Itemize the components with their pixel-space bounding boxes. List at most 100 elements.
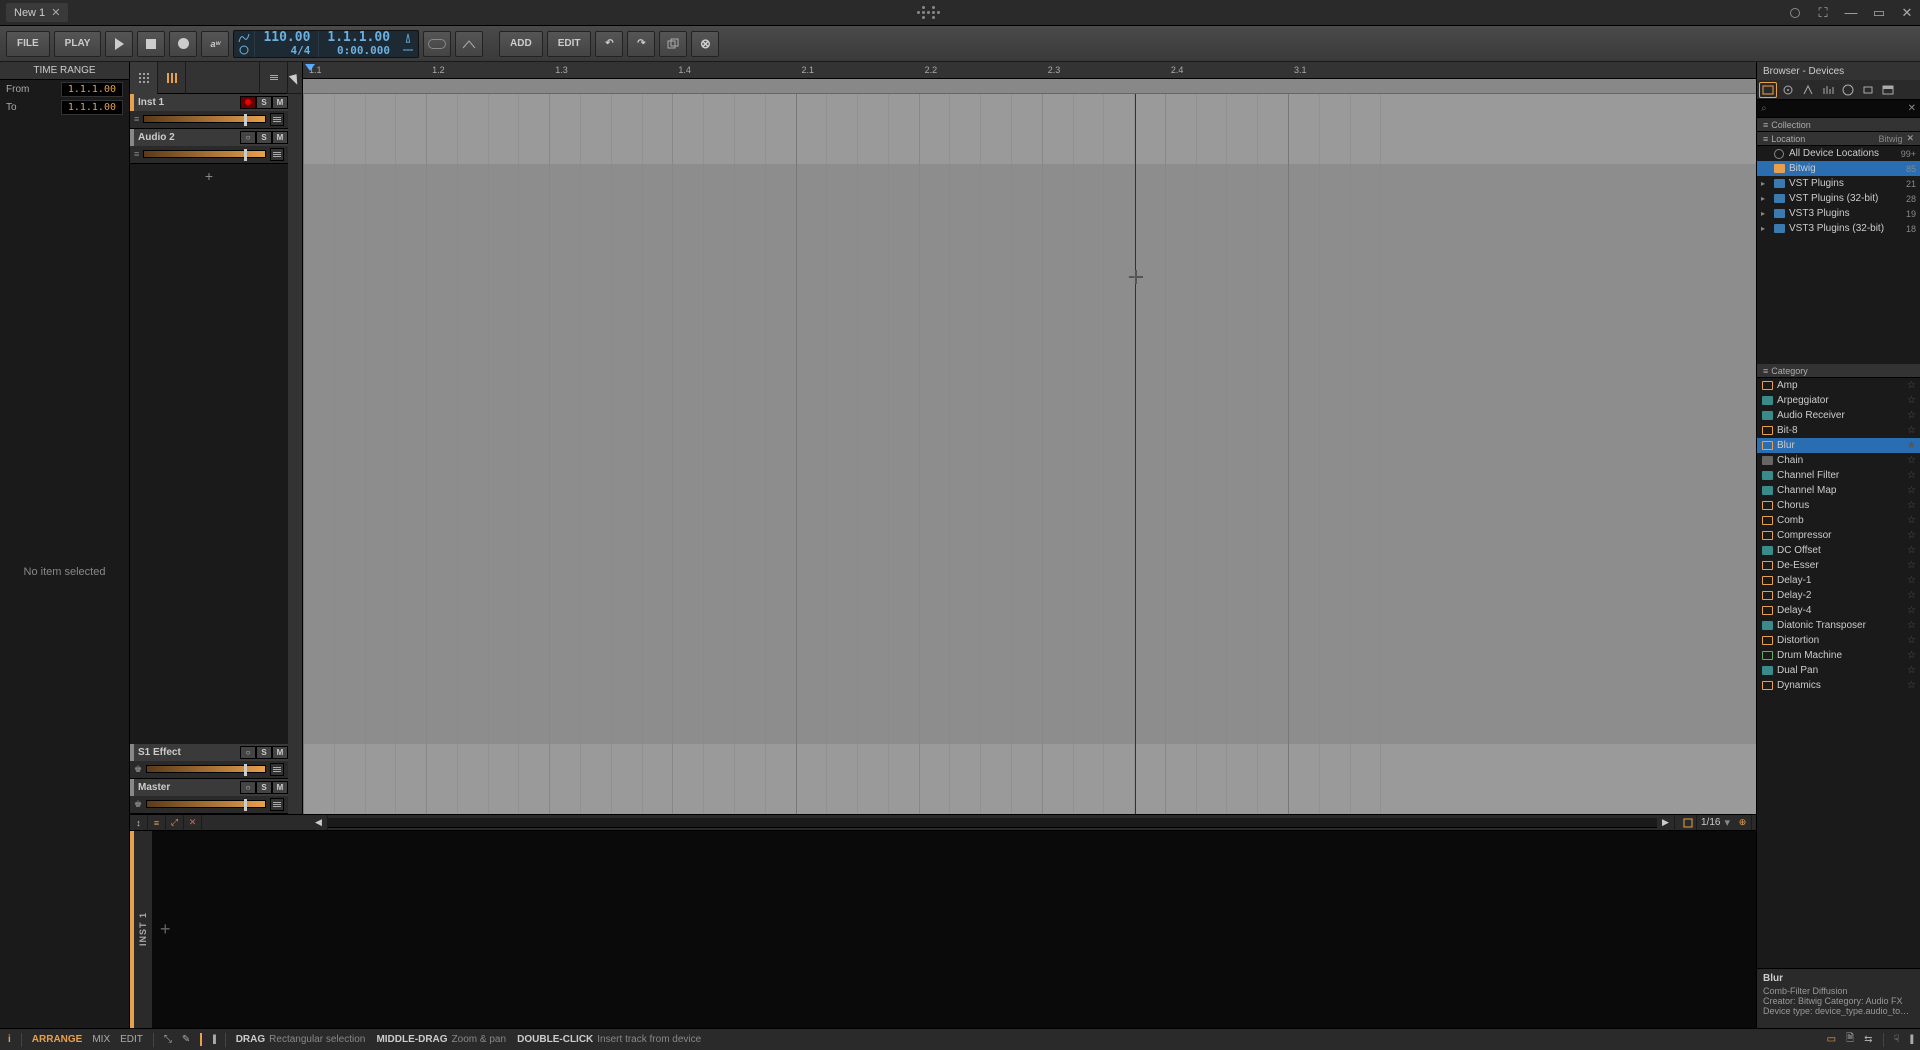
arranger-timeline[interactable]: 1.11.21.31.42.12.22.32.43.1 xyxy=(302,62,1756,814)
category-row[interactable]: Blur★ xyxy=(1757,438,1920,453)
footer-btn-1[interactable]: ↕ xyxy=(130,815,148,831)
scroll-left[interactable]: ◀ xyxy=(310,815,328,831)
category-row[interactable]: Dual Pan☆ xyxy=(1757,663,1920,678)
close-window-icon[interactable]: ✕ xyxy=(1900,6,1914,20)
add-track-button[interactable]: + xyxy=(130,164,288,188)
volume-slider[interactable] xyxy=(143,115,266,123)
clear-search-icon[interactable]: ✕ xyxy=(1908,103,1916,114)
clip-launcher-toggle[interactable] xyxy=(130,62,158,94)
track-menu[interactable] xyxy=(270,763,284,776)
category-row[interactable]: Channel Map☆ xyxy=(1757,483,1920,498)
category-row[interactable]: De-Esser☆ xyxy=(1757,558,1920,573)
search-input[interactable] xyxy=(1771,103,1908,114)
category-row[interactable]: Amp☆ xyxy=(1757,378,1920,393)
edit-view[interactable]: EDIT xyxy=(120,1034,143,1045)
mute-button[interactable]: M xyxy=(272,746,288,759)
sb-icon-2[interactable]: ✎ xyxy=(182,1034,190,1045)
footer-btn-2[interactable]: ≡ xyxy=(148,815,166,831)
location-header[interactable]: ≡LocationBitwig✕ xyxy=(1757,132,1920,146)
browser-search[interactable]: ⌕ ✕ xyxy=(1757,100,1920,118)
browser-tab-music[interactable] xyxy=(1859,82,1877,98)
position-time[interactable]: 0:00.000 xyxy=(327,44,390,57)
snap-toggle[interactable] xyxy=(1679,815,1697,831)
zoom-toggle[interactable]: ⊕ xyxy=(1734,815,1752,831)
location-row[interactable]: ▸VST Plugins (32-bit)28 xyxy=(1757,191,1920,206)
category-row[interactable]: Delay-1☆ xyxy=(1757,573,1920,588)
browser-tab-presets[interactable] xyxy=(1779,82,1797,98)
arranger-grid[interactable] xyxy=(303,94,1756,814)
category-row[interactable]: Comb☆ xyxy=(1757,513,1920,528)
tempo-value[interactable]: 110.00 xyxy=(263,31,310,44)
category-row[interactable]: Drum Machine☆ xyxy=(1757,648,1920,663)
timeline-ruler[interactable]: 1.11.21.31.42.12.22.32.43.1 xyxy=(303,62,1756,79)
solo-button[interactable]: S xyxy=(256,96,272,109)
from-value[interactable]: 1.1.1.00 xyxy=(61,82,123,97)
delete-button[interactable]: ⊗ xyxy=(691,31,719,57)
sb-icon-3[interactable] xyxy=(200,1034,202,1045)
play-button[interactable] xyxy=(105,31,133,57)
pointer-tool[interactable] xyxy=(288,62,302,94)
track-header[interactable]: S1 Effect ○ S M ♚ xyxy=(130,744,288,779)
mute-button[interactable]: M xyxy=(272,96,288,109)
file-button[interactable]: FILE xyxy=(6,31,50,57)
undo-button[interactable]: ↶ xyxy=(595,31,623,57)
category-header[interactable]: ≡Category xyxy=(1757,364,1920,378)
location-row[interactable]: ▸VST Plugins21 xyxy=(1757,176,1920,191)
sb-r-1[interactable]: ▭ xyxy=(1827,1034,1836,1045)
minimize-icon[interactable]: — xyxy=(1844,6,1858,20)
location-row[interactable]: Bitwig85 xyxy=(1757,161,1920,176)
er-btn-4[interactable]: ✕ xyxy=(184,815,202,831)
arranger-view-toggle[interactable] xyxy=(158,62,186,94)
info-icon[interactable]: i xyxy=(8,1034,11,1045)
mix-view[interactable]: MIX xyxy=(92,1034,110,1045)
stop-button[interactable] xyxy=(137,31,165,57)
browser-tab-samples[interactable] xyxy=(1799,82,1817,98)
category-row[interactable]: Audio Receiver☆ xyxy=(1757,408,1920,423)
category-row[interactable]: Bit-8☆ xyxy=(1757,423,1920,438)
solo-button[interactable]: S xyxy=(256,746,272,759)
volume-slider[interactable] xyxy=(146,765,266,773)
browser-tab-clips[interactable] xyxy=(1839,82,1857,98)
browser-tab-files[interactable] xyxy=(1879,82,1897,98)
category-row[interactable]: Compressor☆ xyxy=(1757,528,1920,543)
category-row[interactable]: Delay-2☆ xyxy=(1757,588,1920,603)
category-row[interactable]: DC Offset☆ xyxy=(1757,543,1920,558)
track-options[interactable] xyxy=(260,62,288,94)
category-row[interactable]: Diatonic Transposer☆ xyxy=(1757,618,1920,633)
add-device-button[interactable]: + xyxy=(160,919,171,940)
close-tab-icon[interactable]: ✕ xyxy=(51,6,60,19)
fullscreen-icon[interactable]: ⛶ xyxy=(1816,6,1830,20)
sb-r-5[interactable]: ||| xyxy=(1910,1034,1912,1045)
loop-button[interactable] xyxy=(423,31,451,57)
scroll-right[interactable]: ▶ xyxy=(1657,815,1675,831)
solo-button[interactable]: S xyxy=(256,781,272,794)
track-header[interactable]: Inst 1 S M ≡ xyxy=(130,94,288,129)
sb-icon-1[interactable]: ⤡ xyxy=(164,1034,172,1045)
category-row[interactable]: Arpeggiator☆ xyxy=(1757,393,1920,408)
volume-slider[interactable] xyxy=(146,800,266,808)
mute-button[interactable]: M xyxy=(272,131,288,144)
track-menu[interactable] xyxy=(270,148,284,161)
track-header[interactable]: Audio 2 ○ S M ≡ xyxy=(130,129,288,164)
sb-r-4[interactable]: ☟ xyxy=(1894,1034,1900,1045)
track-menu[interactable] xyxy=(270,798,284,811)
category-row[interactable]: Delay-4☆ xyxy=(1757,603,1920,618)
maximize-icon[interactable]: ▭ xyxy=(1872,6,1886,20)
play-label-button[interactable]: PLAY xyxy=(54,31,102,57)
notification-icon[interactable] xyxy=(1788,6,1802,20)
metronome-icon[interactable] xyxy=(398,31,418,57)
punch-button[interactable] xyxy=(455,31,483,57)
snap-value[interactable]: 1/16 xyxy=(1701,817,1720,828)
sb-r-3[interactable]: ⇆ xyxy=(1864,1034,1872,1045)
sb-r-2[interactable]: 🗎 xyxy=(1846,1031,1854,1048)
location-row[interactable]: All Device Locations99+ xyxy=(1757,146,1920,161)
redo-button[interactable]: ↷ xyxy=(627,31,655,57)
category-row[interactable]: Chain☆ xyxy=(1757,453,1920,468)
collection-header[interactable]: ≡Collection xyxy=(1757,118,1920,132)
timesig-value[interactable]: 4/4 xyxy=(263,44,310,57)
category-row[interactable]: Dynamics☆ xyxy=(1757,678,1920,693)
to-value[interactable]: 1.1.1.00 xyxy=(61,100,123,115)
add-button[interactable]: ADD xyxy=(499,31,543,57)
track-menu[interactable] xyxy=(270,113,284,126)
track-header[interactable]: Master ○ S M ♚ xyxy=(130,779,288,814)
